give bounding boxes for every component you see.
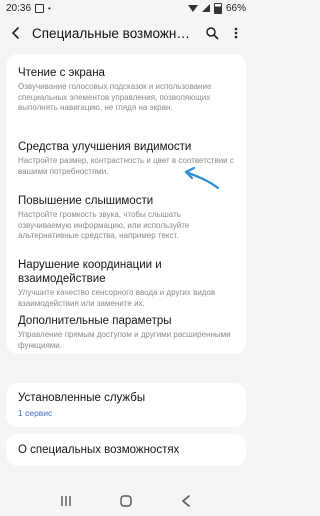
item-title: Средства улучшения видимости (18, 141, 192, 153)
item-subtitle: 1 сервис (18, 408, 53, 418)
list-item-visibility[interactable]: Средства улучшения видимости Настройте р… (18, 140, 236, 177)
notification-dot-icon: • (48, 3, 51, 13)
list-item-screen-reader[interactable]: Чтение с экрана Озвучивание голосовых по… (18, 66, 236, 114)
item-description: Настройте размер, контрастность и цвет в… (18, 156, 234, 176)
item-description: Управление прямым доступом и другими рас… (18, 330, 231, 350)
app-bar: Специальные возможности (0, 16, 252, 50)
more-options-icon[interactable] (228, 25, 244, 41)
status-time: 20:36 (6, 2, 32, 14)
list-item-about[interactable]: О специальных возможностях (18, 443, 236, 457)
item-title: Повышение слышимости (18, 195, 154, 207)
item-description: Улучшите качество сенсорного ввода и дру… (18, 288, 216, 308)
signal-icon (201, 4, 210, 12)
item-description: Настройте громкость звука, чтобы слышать… (18, 210, 190, 240)
item-title: Нарушение координации и взаимодействие (18, 259, 162, 285)
page-title: Специальные возможности (32, 25, 196, 41)
list-item-coordination[interactable]: Нарушение координации и взаимодействие У… (18, 258, 236, 309)
settings-card-main: Чтение с экрана Озвучивание голосовых по… (6, 54, 246, 354)
item-title: Чтение с экрана (18, 67, 105, 79)
settings-card-about: О специальных возможностях (6, 434, 246, 466)
item-title: О специальных возможностях (18, 444, 180, 456)
settings-card-installed: Установленные службы 1 сервис (6, 383, 246, 427)
wifi-icon (187, 4, 198, 12)
recents-icon[interactable] (56, 491, 76, 511)
gallery-icon (35, 3, 45, 13)
back-arrow-icon[interactable] (8, 25, 24, 41)
list-item-hearing[interactable]: Повышение слышимости Настройте громкость… (18, 194, 236, 242)
back-icon[interactable] (176, 491, 196, 511)
list-item-installed-services[interactable]: Установленные службы 1 сервис (18, 391, 236, 418)
item-description: Озвучивание голосовых подсказок и исполь… (18, 82, 212, 112)
status-bar: 20:36 • 66% (0, 0, 252, 16)
system-nav-bar (0, 486, 252, 516)
search-icon[interactable] (204, 25, 220, 41)
list-item-advanced[interactable]: Дополнительные параметры Управление прям… (18, 314, 236, 351)
battery-icon (213, 2, 222, 14)
battery-level: 66% (225, 2, 246, 14)
home-icon[interactable] (116, 491, 136, 511)
item-title: Дополнительные параметры (18, 315, 172, 327)
item-title: Установленные службы (18, 392, 146, 404)
